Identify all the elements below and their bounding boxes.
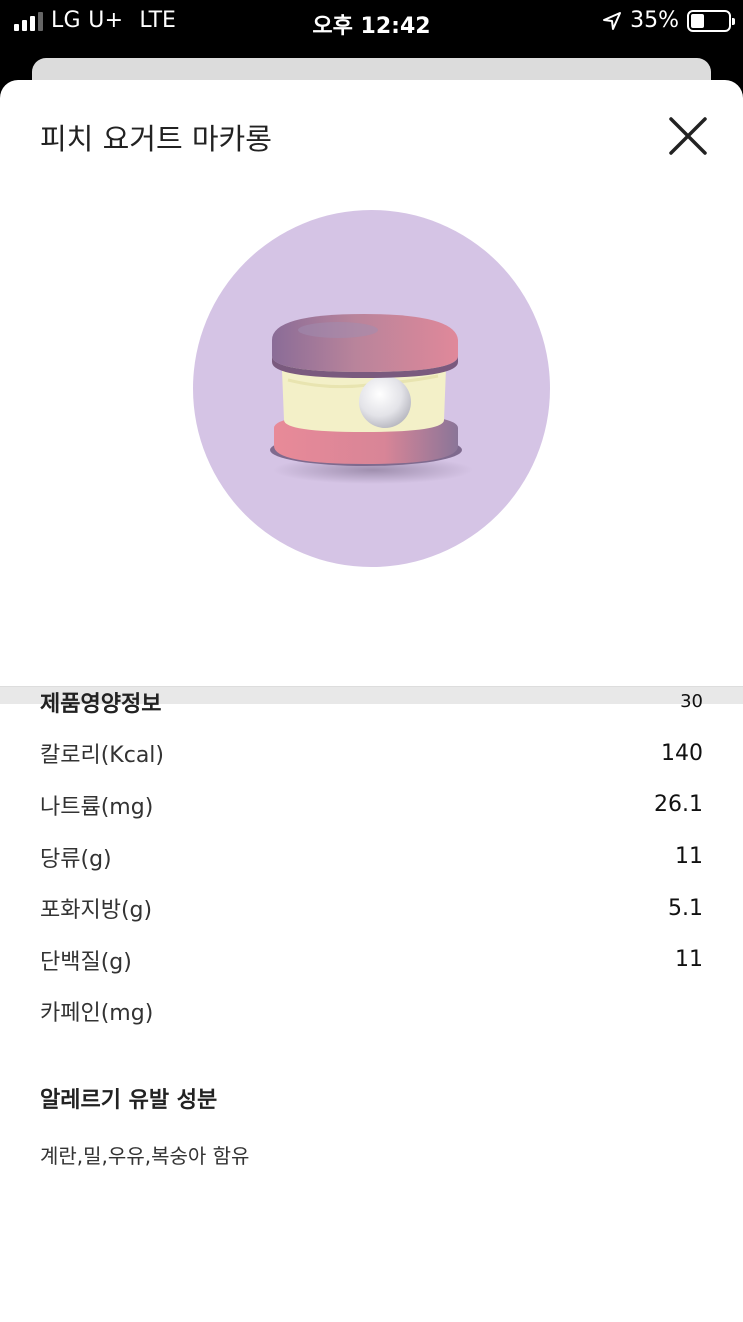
nutrition-value: 11: [675, 947, 703, 973]
nutrition-label: 카페인(mg): [40, 1001, 154, 1027]
nutrition-row: 칼로리(Kcal) 140: [40, 728, 703, 780]
product-title: 피치 요거트 마카롱: [40, 122, 272, 156]
nutrition-value: 140: [661, 740, 703, 766]
nutrition-value: 5.1: [668, 895, 703, 921]
nutrition-label: 포화지방(g): [40, 898, 153, 924]
nutrition-value: 11: [675, 844, 703, 870]
status-right: 35%: [602, 8, 735, 33]
status-bar: LG U+ LTE 오후 12:42 35%: [0, 0, 743, 44]
nutrition-row: 단백질(g) 11: [40, 934, 703, 986]
nutrition-header-label: 제품영양정보: [40, 691, 162, 717]
nutrition-serving: 30: [680, 691, 703, 713]
nutrition-row: 포화지방(g) 5.1: [40, 882, 703, 934]
location-arrow-icon: [603, 11, 622, 30]
macaron-image: [270, 314, 473, 484]
battery-percent: 35%: [630, 8, 679, 33]
battery-icon: [687, 9, 735, 32]
allergy-title: 알레르기 유발 성분: [40, 1088, 218, 1113]
nutrition-row: 당류(g) 11: [40, 831, 703, 883]
nutrition-label: 칼로리(Kcal): [40, 743, 165, 769]
battery-fill: [691, 13, 704, 28]
nutrition-table: 제품영양정보 30 칼로리(Kcal) 140 나트륨(mg) 26.1 당류(…: [40, 676, 703, 1037]
product-image-circle: [193, 210, 550, 567]
nutrition-row: 카페인(mg): [40, 986, 703, 1038]
nutrition-label: 당류(g): [40, 846, 112, 872]
allergy-text: 계란,밀,우유,복숭아 함유: [40, 1144, 250, 1168]
nutrition-value: 26.1: [654, 792, 703, 818]
nutrition-row: 나트륨(mg) 26.1: [40, 779, 703, 831]
nutrition-header-row: 제품영양정보 30: [40, 676, 703, 728]
nutrition-label: 나트륨(mg): [40, 794, 154, 820]
close-icon[interactable]: [664, 112, 712, 160]
nutrition-label: 단백질(g): [40, 949, 132, 975]
